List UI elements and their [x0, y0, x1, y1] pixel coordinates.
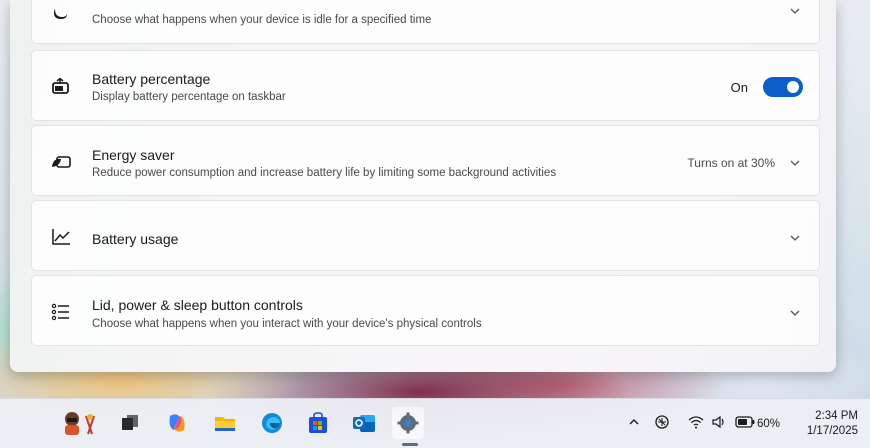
energy-saver-status: Turns on at 30%	[687, 156, 775, 170]
edge-browser-icon[interactable]	[260, 411, 284, 435]
volume-icon[interactable]	[708, 415, 730, 432]
battery-percentage-description: Display battery percentage on taskbar	[92, 91, 286, 103]
chevron-down-icon[interactable]	[789, 5, 801, 17]
wifi-icon[interactable]	[684, 415, 708, 432]
copilot-icon[interactable]	[165, 411, 189, 435]
energy-saver-card[interactable]: Energy saver Reduce power consumption an…	[31, 125, 820, 196]
clock[interactable]: 2:34 PM 1/17/2025	[798, 409, 858, 439]
clock-date: 1/17/2025	[806, 425, 858, 437]
sleep-card-description: Choose what happens when your device is …	[92, 14, 432, 26]
battery-usage-card[interactable]: Battery usage	[31, 200, 820, 271]
battery-usage-chart-icon	[50, 226, 72, 248]
active-app-indicator	[402, 443, 418, 446]
avatar-widget-icon[interactable]	[56, 411, 102, 435]
sleep-moon-icon	[50, 3, 72, 25]
taskbar: 60% 2:34 PM 1/17/2025	[0, 398, 870, 448]
energy-saver-title: Energy saver	[92, 147, 175, 163]
sleep-settings-card[interactable]: Choose what happens when your device is …	[31, 0, 820, 44]
file-explorer-icon[interactable]	[213, 411, 237, 435]
vpn-network-icon[interactable]	[646, 414, 678, 433]
lid-controls-list-icon	[50, 301, 72, 323]
task-view-icon[interactable]	[118, 411, 142, 435]
clock-time: 2:34 PM	[815, 410, 858, 422]
microsoft-store-icon[interactable]	[306, 411, 330, 435]
outlook-icon[interactable]	[352, 411, 376, 435]
toggle-state-label: On	[730, 80, 748, 95]
chevron-down-icon[interactable]	[789, 157, 801, 169]
show-hidden-icons-chevron-icon[interactable]	[622, 417, 646, 430]
chevron-down-icon[interactable]	[789, 307, 801, 319]
battery-percentage-card: Battery percentage Display battery perce…	[31, 50, 820, 121]
battery-usage-title: Battery usage	[92, 231, 179, 247]
system-tray: 60%	[622, 399, 780, 448]
lid-power-description: Choose what happens when you interact wi…	[92, 318, 482, 330]
settings-gear-icon[interactable]	[396, 411, 420, 435]
battery-percent-label[interactable]: 60%	[757, 418, 780, 430]
battery-icon[interactable]	[734, 416, 756, 431]
toggle-knob	[787, 81, 799, 93]
energy-saver-leaf-icon	[50, 151, 72, 173]
chevron-down-icon[interactable]	[789, 232, 801, 244]
energy-saver-description: Reduce power consumption and increase ba…	[92, 167, 557, 179]
lid-power-title: Lid, power & sleep button controls	[92, 297, 303, 313]
battery-percentage-toggle[interactable]	[763, 77, 803, 97]
settings-window: Choose what happens when your device is …	[10, 0, 836, 372]
lid-power-card[interactable]: Lid, power & sleep button controls Choos…	[31, 275, 820, 346]
battery-percentage-title: Battery percentage	[92, 71, 211, 87]
battery-percentage-icon	[50, 76, 72, 98]
